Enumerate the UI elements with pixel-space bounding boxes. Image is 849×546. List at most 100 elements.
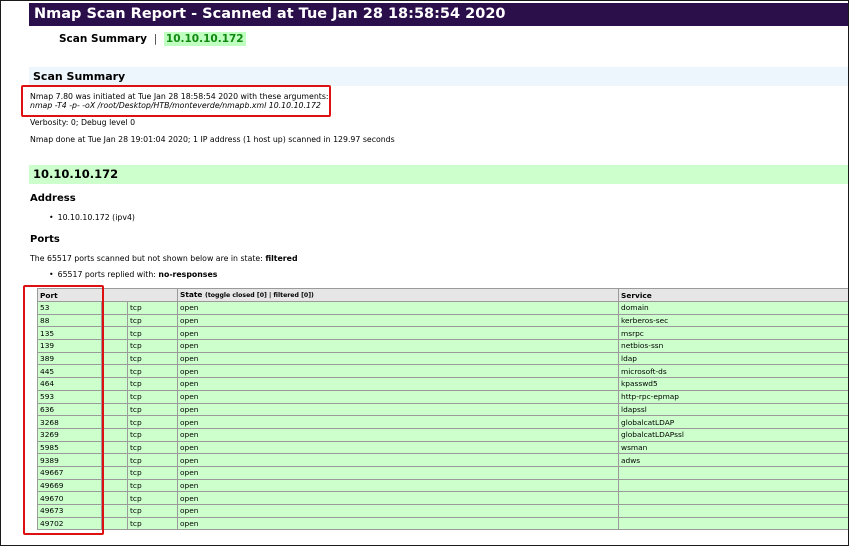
state-cell: open [177, 377, 620, 391]
spacer-cell [101, 402, 128, 417]
service-cell: netbios-ssn [618, 339, 848, 353]
spacer-cell [101, 389, 128, 404]
state-cell: open [177, 465, 620, 480]
spacer-cell [101, 313, 128, 328]
state-cell: open [177, 415, 620, 429]
host-heading: 10.10.10.172 [29, 165, 848, 184]
service-cell [618, 465, 848, 480]
spacer-cell [101, 465, 128, 480]
state-cell: open [177, 389, 620, 404]
protocol-cell: tcp [126, 339, 179, 353]
table-row: 636 tcp open ldapssl [37, 402, 848, 417]
table-row: 88 tcp open kerberos-sec [37, 313, 848, 328]
protocol-cell: tcp [126, 478, 179, 493]
table-row: 9389 tcp open adws [37, 453, 848, 467]
protocol-cell: tcp [126, 402, 179, 417]
filtered-text: The 65517 ports scanned but not shown be… [30, 254, 298, 264]
protocol-cell: tcp [126, 427, 179, 442]
service-cell [618, 516, 848, 531]
service-cell [618, 491, 848, 505]
ports-table: Port State (toggle closed [0] | filtered… [36, 288, 848, 531]
service-cell [618, 478, 848, 493]
ports-heading: Ports [30, 234, 60, 245]
state-cell: open [177, 364, 620, 379]
spacer-cell [101, 351, 128, 366]
protocol-cell: tcp [126, 504, 179, 518]
protocol-cell: tcp [126, 453, 179, 467]
protocol-cell: tcp [126, 364, 179, 379]
service-cell: msrpc [618, 326, 848, 341]
table-row: 53 tcp open domain [37, 301, 848, 315]
state-cell: open [177, 453, 620, 467]
table-row: 49669 tcp open [37, 478, 848, 493]
state-cell: open [177, 351, 620, 366]
spacer-cell [101, 364, 128, 379]
protocol-cell: tcp [126, 351, 179, 366]
spacer-cell [101, 415, 128, 429]
protocol-cell: tcp [126, 415, 179, 429]
table-row: 49673 tcp open [37, 504, 848, 518]
service-cell: kpasswd5 [618, 377, 848, 391]
service-cell: microsoft-ds [618, 364, 848, 379]
filtered-state: filtered [265, 254, 298, 263]
ports-header-row: Port State (toggle closed [0] | filtered… [36, 288, 848, 302]
service-cell [618, 504, 848, 518]
state-cell: open [177, 313, 620, 328]
spacer-cell [101, 516, 128, 531]
table-row: 135 tcp open msrpc [37, 326, 848, 341]
ports-table-body: 53 tcp open domain 88 tcp open kerberos-sec 135 t… [37, 301, 848, 531]
table-row: 49670 tcp open [37, 491, 848, 505]
protocol-cell: tcp [126, 377, 179, 391]
table-row: 3269 tcp open globalcatLDAPssl [37, 427, 848, 442]
service-cell: globalcatLDAP [618, 415, 848, 429]
address-item: 10.10.10.172 (ipv4) [49, 213, 135, 222]
replied-reason: no-responses [158, 270, 218, 279]
spacer-cell [101, 491, 128, 505]
service-cell: http-rpc-epmap [618, 389, 848, 404]
service-cell: kerberos-sec [618, 313, 848, 328]
link-separator: | [153, 33, 158, 45]
service-cell: wsman [618, 440, 848, 455]
protocol-cell: tcp [126, 491, 179, 505]
table-row: 593 tcp open http-rpc-epmap [37, 389, 848, 404]
service-cell: domain [618, 301, 848, 315]
service-column-header: Service [618, 288, 848, 302]
replied-prefix: 65517 ports replied with: [57, 270, 159, 279]
filtered-prefix: The 65517 ports scanned but not shown be… [30, 254, 266, 263]
address-heading: Address [30, 193, 76, 204]
protocol-cell: tcp [126, 301, 179, 315]
table-row: 49702 tcp open [37, 516, 848, 531]
table-row: 464 tcp open kpasswd5 [37, 377, 848, 391]
service-cell: ldap [618, 351, 848, 366]
state-header-label: State [180, 290, 203, 299]
done-text: Nmap done at Tue Jan 28 19:01:04 2020; 1… [30, 135, 395, 144]
spacer-cell [101, 427, 128, 442]
host-link[interactable]: 10.10.10.172 [163, 32, 246, 46]
protocol-cell: tcp [126, 440, 179, 455]
table-row: 49667 tcp open [37, 465, 848, 480]
protocol-cell: tcp [126, 313, 179, 328]
spacer-cell [101, 478, 128, 493]
protocol-cell: tcp [126, 465, 179, 480]
state-column-header: State (toggle closed [0] | filtered [0]) [177, 288, 620, 302]
table-row: 5985 tcp open wsman [37, 440, 848, 455]
spacer-cell [101, 440, 128, 455]
verbosity-text: Verbosity: 0; Debug level 0 [30, 118, 136, 127]
spacer-cell [101, 339, 128, 353]
protocol-cell: tcp [126, 326, 179, 341]
protocol-cell: tcp [126, 389, 179, 404]
toggle-closed-filtered-link[interactable]: (toggle closed [0] | filtered [0]) [205, 292, 314, 299]
state-cell: open [177, 491, 620, 505]
state-cell: open [177, 339, 620, 353]
spacer-cell [101, 504, 128, 518]
scan-summary-link[interactable]: Scan Summary [59, 33, 147, 45]
service-cell: adws [618, 453, 848, 467]
state-cell: open [177, 504, 620, 518]
state-cell: open [177, 301, 620, 315]
toc-links: Scan Summary | 10.10.10.172 [59, 32, 246, 46]
state-cell: open [177, 440, 620, 455]
table-row: 445 tcp open microsoft-ds [37, 364, 848, 379]
replied-item: 65517 ports replied with: no-responses [49, 270, 218, 279]
state-cell: open [177, 402, 620, 417]
spacer-cell [101, 301, 128, 315]
